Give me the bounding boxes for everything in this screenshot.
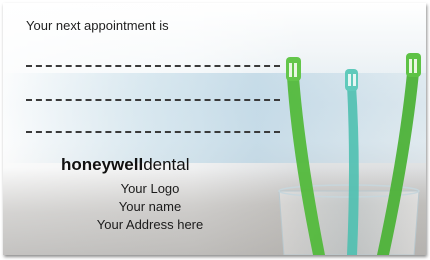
address-placeholder: Your Address here xyxy=(96,217,204,232)
toothbrush-glass-image xyxy=(278,53,421,255)
appointment-line-2 xyxy=(26,99,280,101)
brand-name-light: dental xyxy=(143,155,190,174)
appointment-line-3 xyxy=(26,131,280,133)
brand-name: honeywelldental xyxy=(61,155,190,175)
appointment-line-1 xyxy=(26,65,280,67)
logo-placeholder: Your Logo xyxy=(120,181,180,196)
appointment-heading: Your next appointment is xyxy=(26,18,169,33)
appointment-card: Your next appointment is honeywelldental… xyxy=(3,3,426,255)
name-placeholder: Your name xyxy=(118,199,182,214)
brand-name-bold: honeywell xyxy=(61,155,144,174)
